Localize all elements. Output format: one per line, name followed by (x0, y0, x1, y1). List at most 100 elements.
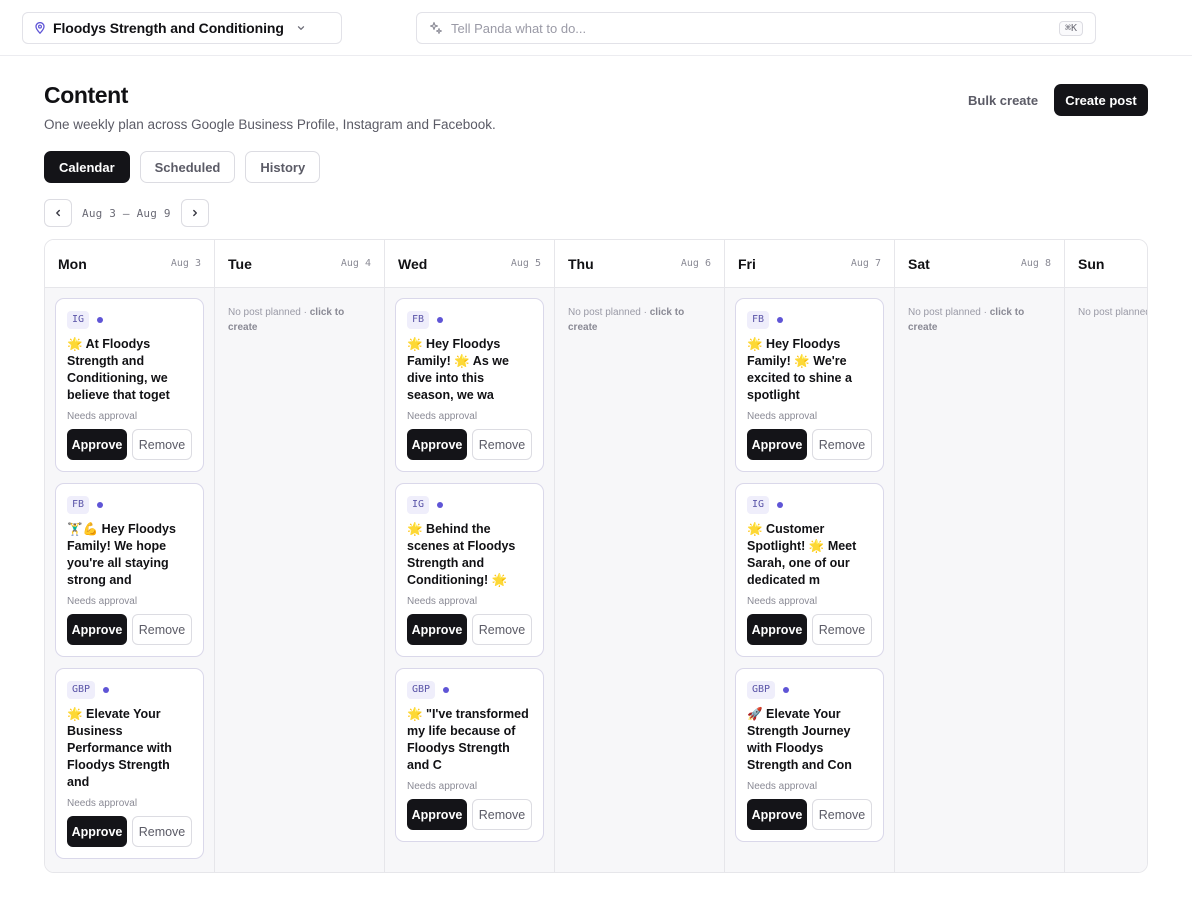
day-header: Tue Aug 4 (215, 240, 384, 288)
platform-badge: FB (407, 311, 430, 329)
previous-week-button[interactable] (44, 199, 72, 227)
approve-button[interactable]: Approve (67, 429, 127, 460)
bulk-create-button[interactable]: Bulk create (956, 84, 1050, 116)
day-header: Sat Aug 8 (895, 240, 1064, 288)
post-card-header: IG (407, 495, 532, 515)
remove-button[interactable]: Remove (472, 614, 532, 645)
post-card[interactable]: GBP 🚀 Elevate Your Strength Journey with … (735, 668, 884, 842)
remove-button[interactable]: Remove (472, 799, 532, 830)
day-column-wed: Wed Aug 5 FB 🌟 Hey Floodys Family! 🌟 As we … (385, 240, 555, 872)
post-card[interactable]: GBP 🌟 "I've transformed my life because o… (395, 668, 544, 842)
post-preview-text: 🏋️‍♂️💪 Hey Floodys Family! We hope you'r… (67, 522, 176, 587)
post-preview-text: 🌟 Hey Floodys Family! 🌟 As we dive into … (407, 337, 509, 402)
day-date: Aug 5 (510, 258, 541, 269)
day-date: Aug 4 (340, 258, 371, 269)
empty-day-text: No post planned · (1078, 307, 1148, 318)
post-actions: Approve Remove (67, 614, 192, 645)
day-name: Tue (228, 255, 252, 272)
day-slot: FB 🌟 Hey Floodys Family! 🌟 We're excited … (725, 288, 894, 872)
platform-badge: FB (747, 311, 770, 329)
day-name: Mon (58, 255, 87, 272)
status-dot-icon (97, 317, 104, 323)
week-range: Aug 3 – Aug 9 (82, 206, 171, 220)
post-card-header: GBP (407, 680, 532, 700)
day-slot[interactable]: No post planned · click to create (1065, 288, 1148, 872)
location-selector[interactable]: Floodys Strength and Conditioning (22, 12, 342, 44)
post-status: Needs approval (747, 411, 818, 422)
post-actions: Approve Remove (747, 429, 872, 460)
page-title: Content (44, 82, 129, 108)
post-card[interactable]: FB 🌟 Hey Floodys Family! 🌟 We're excited … (735, 298, 884, 472)
day-column-thu: Thu Aug 6 No post planned · click to creat… (555, 240, 725, 872)
remove-button[interactable]: Remove (132, 816, 192, 847)
day-column-tue: Tue Aug 4 No post planned · click to creat… (215, 240, 385, 872)
tab-calendar[interactable]: Calendar (44, 151, 130, 183)
day-header: Thu Aug 6 (555, 240, 724, 288)
post-actions: Approve Remove (67, 816, 192, 847)
remove-button[interactable]: Remove (812, 614, 872, 645)
approve-button[interactable]: Approve (747, 429, 807, 460)
post-preview-text: 🌟 Elevate Your Business Performance with… (67, 707, 172, 789)
location-name: Floodys Strength and Conditioning (53, 20, 284, 36)
remove-button[interactable]: Remove (812, 429, 872, 460)
day-date: Aug 8 (1020, 258, 1051, 269)
approve-button[interactable]: Approve (67, 816, 127, 847)
approve-button[interactable]: Approve (407, 429, 467, 460)
post-actions: Approve Remove (407, 429, 532, 460)
empty-day-note[interactable]: No post planned · click to create (565, 298, 714, 335)
post-card-header: GBP (67, 680, 192, 700)
empty-day-note[interactable]: No post planned · click to create (225, 298, 374, 335)
post-actions: Approve Remove (747, 614, 872, 645)
post-actions: Approve Remove (407, 614, 532, 645)
approve-button[interactable]: Approve (67, 614, 127, 645)
post-card[interactable]: FB 🌟 Hey Floodys Family! 🌟 As we dive int… (395, 298, 544, 472)
tab-scheduled[interactable]: Scheduled (139, 151, 236, 183)
remove-button[interactable]: Remove (472, 429, 532, 460)
empty-day-text: No post planned · (568, 307, 647, 318)
platform-badge: GBP (747, 681, 776, 699)
remove-button[interactable]: Remove (812, 799, 872, 830)
empty-day-note[interactable]: No post planned · click to create (905, 298, 1054, 335)
post-card[interactable]: IG 🌟 Behind the scenes at Floodys Strengt… (395, 483, 544, 657)
status-dot-icon (777, 317, 784, 323)
map-pin-icon (35, 22, 45, 34)
keyboard-shortcut-badge: ⌘K (1058, 20, 1083, 36)
remove-button[interactable]: Remove (132, 429, 192, 460)
status-dot-icon (437, 317, 444, 323)
post-card[interactable]: IG 🌟 At Floodys Strength and Conditioning… (55, 298, 204, 472)
approve-button[interactable]: Approve (407, 799, 467, 830)
platform-badge: IG (407, 496, 430, 514)
approve-button[interactable]: Approve (747, 799, 807, 830)
post-card[interactable]: GBP 🌟 Elevate Your Business Performance w… (55, 668, 204, 859)
day-slot[interactable]: No post planned · click to create (555, 288, 724, 872)
day-name: Wed (398, 255, 428, 272)
approve-button[interactable]: Approve (747, 614, 807, 645)
day-date: Aug 7 (850, 258, 881, 269)
week-navigation: Aug 3 – Aug 9 (44, 199, 209, 227)
post-status: Needs approval (407, 411, 478, 422)
post-card[interactable]: FB 🏋️‍♂️💪 Hey Floodys Family! We hope you… (55, 483, 204, 657)
status-dot-icon (783, 687, 790, 693)
command-input[interactable] (451, 20, 1051, 36)
day-slot[interactable]: No post planned · click to create (895, 288, 1064, 872)
post-preview-text: 🌟 Hey Floodys Family! 🌟 We're excited to… (747, 337, 852, 402)
post-actions: Approve Remove (407, 799, 532, 830)
post-actions: Approve Remove (67, 429, 192, 460)
empty-day-note[interactable]: No post planned · click to create (1075, 298, 1148, 320)
post-status: Needs approval (747, 596, 818, 607)
remove-button[interactable]: Remove (132, 614, 192, 645)
create-post-button[interactable]: Create post (1054, 84, 1148, 116)
day-column-fri: Fri Aug 7 FB 🌟 Hey Floodys Family! 🌟 We're … (725, 240, 895, 872)
tab-history[interactable]: History (245, 151, 321, 183)
approve-button[interactable]: Approve (407, 614, 467, 645)
post-card-header: FB (67, 495, 192, 515)
day-slot[interactable]: No post planned · click to create (215, 288, 384, 872)
next-week-button[interactable] (180, 199, 209, 227)
platform-badge: GBP (67, 681, 96, 699)
post-card-header: IG (67, 310, 192, 330)
day-date: Aug 3 (170, 258, 201, 269)
post-card-header: IG (747, 495, 872, 515)
platform-badge: GBP (407, 681, 436, 699)
post-card[interactable]: IG 🌟 Customer Spotlight! 🌟 Meet Sarah, on… (735, 483, 884, 657)
command-bar[interactable]: ⌘K (416, 12, 1096, 44)
